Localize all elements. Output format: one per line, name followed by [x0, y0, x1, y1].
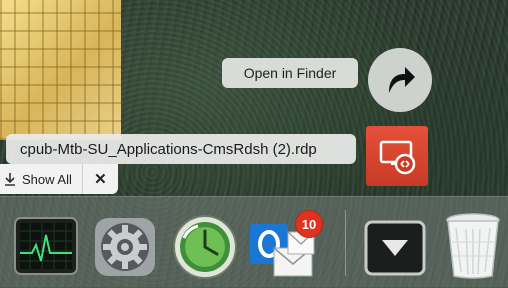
dock-time-machine[interactable] [172, 214, 238, 285]
trash-icon [446, 213, 500, 279]
tooltip-text: Open in Finder [243, 65, 337, 81]
dock-downloads-stack[interactable] [364, 220, 426, 281]
desktop-photo [0, 0, 121, 140]
gear-icon [95, 218, 155, 276]
download-icon [5, 173, 15, 186]
dock-separator [345, 210, 346, 276]
curved-arrow-icon [389, 67, 415, 93]
dock-system-preferences[interactable] [94, 217, 156, 282]
badge-count: 10 [301, 216, 317, 232]
download-bar: Show All ✕ [0, 164, 118, 194]
dock-activity-monitor[interactable] [14, 217, 78, 280]
show-all-button[interactable]: Show All [0, 164, 83, 194]
downloads-stack-icon [364, 220, 426, 276]
open-in-finder-button[interactable] [368, 48, 432, 112]
remote-desktop-icon [379, 140, 416, 175]
close-download-bar-button[interactable]: ✕ [83, 170, 118, 188]
dock-trash[interactable] [444, 212, 502, 285]
dragged-file-label: cpub-Mtb-SU_Applications-CmsRdsh (2).rdp [6, 134, 356, 164]
mail-unread-badge: 10 [295, 210, 323, 238]
filename-text: cpub-Mtb-SU_Applications-CmsRdsh (2).rdp [20, 140, 317, 158]
show-all-label: Show All [22, 171, 72, 187]
close-icon: ✕ [94, 171, 107, 188]
open-in-finder-tooltip: Open in Finder [222, 58, 358, 88]
activity-monitor-icon [14, 217, 78, 275]
time-machine-icon [173, 215, 237, 279]
rdp-file-icon[interactable] [366, 126, 428, 186]
